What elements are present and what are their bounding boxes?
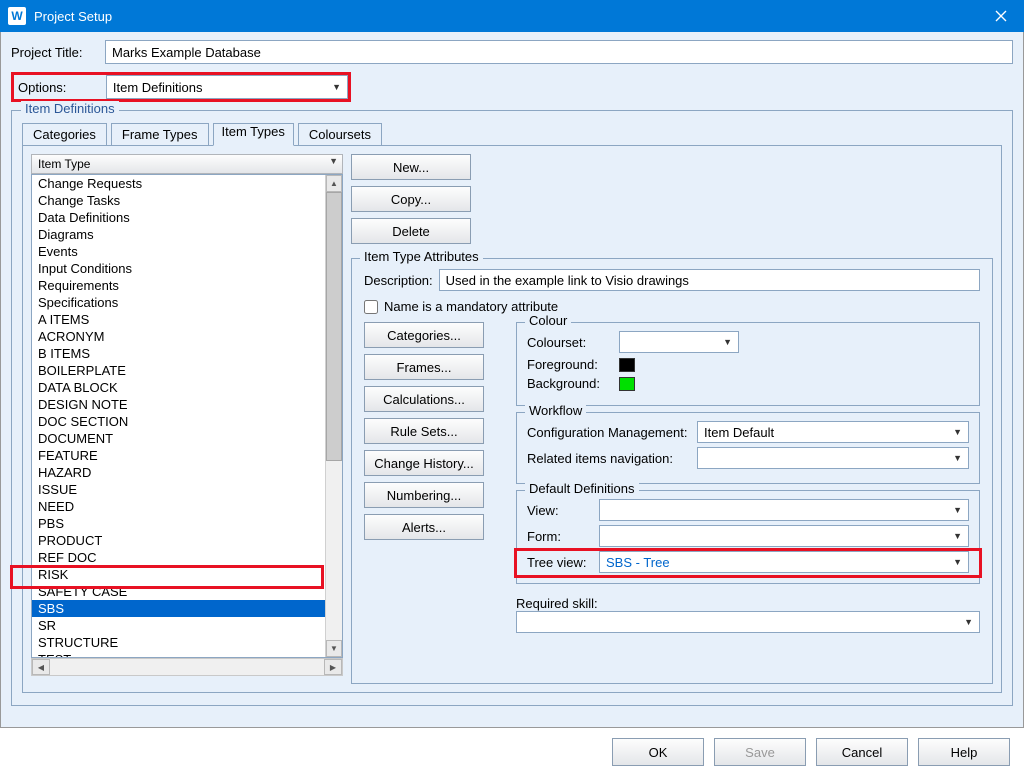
project-title-row: Project Title: [11, 40, 1013, 64]
copy-button[interactable]: Copy... [351, 186, 471, 212]
form-combo[interactable]: ▼ [599, 525, 969, 547]
chevron-down-icon: ▼ [953, 427, 962, 437]
frames-button[interactable]: Frames... [364, 354, 484, 380]
window-title: Project Setup [34, 9, 978, 24]
save-button: Save [714, 738, 806, 766]
list-item[interactable]: Change Tasks [32, 192, 342, 209]
list-item[interactable]: SR [32, 617, 342, 634]
cancel-button[interactable]: Cancel [816, 738, 908, 766]
chevron-down-icon: ▼ [953, 453, 962, 463]
ok-button[interactable]: OK [612, 738, 704, 766]
list-item[interactable]: PRODUCT [32, 532, 342, 549]
colourset-combo[interactable]: ▼ [619, 331, 739, 353]
scroll-right-button[interactable]: ▶ [324, 659, 342, 675]
list-item[interactable]: Data Definitions [32, 209, 342, 226]
new-button[interactable]: New... [351, 154, 471, 180]
view-combo[interactable]: ▼ [599, 499, 969, 521]
list-item[interactable]: DESIGN NOTE [32, 396, 342, 413]
description-label: Description: [364, 273, 433, 288]
close-icon [995, 10, 1007, 22]
options-combo[interactable]: Item Definitions ▼ [106, 75, 348, 99]
project-title-input[interactable] [105, 40, 1013, 64]
vertical-scrollbar[interactable]: ▲ ▼ [325, 175, 342, 657]
calculations-button[interactable]: Calculations... [364, 386, 484, 412]
list-item[interactable]: BOILERPLATE [32, 362, 342, 379]
list-item[interactable]: A ITEMS [32, 311, 342, 328]
list-item[interactable]: SAFETY CASE [32, 583, 342, 600]
default-defs-fieldset: Default Definitions View: ▼ Form: ▼ Tree… [516, 490, 980, 584]
list-item[interactable]: ISSUE [32, 481, 342, 498]
item-type-listbox: Item Type ▼ ▲ ▼ Change RequestsChange Ta… [31, 154, 343, 676]
list-item[interactable]: REF DOC [32, 549, 342, 566]
options-row: Options: Item Definitions ▼ [14, 75, 348, 99]
description-input[interactable] [439, 269, 980, 291]
config-mgmt-combo[interactable]: Item Default▼ [697, 421, 969, 443]
project-title-label: Project Title: [11, 45, 105, 60]
chevron-down-icon: ▼ [953, 557, 962, 567]
list-item[interactable]: Requirements [32, 277, 342, 294]
list-item[interactable]: Diagrams [32, 226, 342, 243]
alerts-button[interactable]: Alerts... [364, 514, 484, 540]
scroll-thumb[interactable] [326, 192, 342, 461]
rule-sets-button[interactable]: Rule Sets... [364, 418, 484, 444]
list-item[interactable]: RISK [32, 566, 342, 583]
list-item[interactable]: PBS [32, 515, 342, 532]
close-button[interactable] [978, 0, 1024, 32]
chevron-down-icon: ▼ [332, 82, 341, 92]
list-item[interactable]: Change Requests [32, 175, 342, 192]
item-definitions-legend: Item Definitions [21, 101, 119, 116]
scroll-left-button[interactable]: ◀ [32, 659, 50, 675]
foreground-swatch[interactable] [619, 358, 635, 372]
chevron-down-icon: ▼ [953, 531, 962, 541]
list-item[interactable]: B ITEMS [32, 345, 342, 362]
list-item[interactable]: TEST [32, 651, 342, 658]
workflow-fieldset: Workflow Configuration Management: Item … [516, 412, 980, 484]
mandatory-label: Name is a mandatory attribute [384, 299, 558, 314]
dialog-buttons: OK Save Cancel Help [612, 738, 1010, 766]
mandatory-checkbox[interactable] [364, 300, 378, 314]
categories-button[interactable]: Categories... [364, 322, 484, 348]
required-skill-combo[interactable]: ▼ [516, 611, 980, 633]
list-item[interactable]: Events [32, 243, 342, 260]
list-item[interactable]: Specifications [32, 294, 342, 311]
tab-coloursets[interactable]: Coloursets [298, 123, 382, 146]
app-icon: W [8, 7, 26, 25]
list-item[interactable]: FEATURE [32, 447, 342, 464]
chevron-down-icon: ▼ [329, 156, 338, 166]
tab-frame-types[interactable]: Frame Types [111, 123, 209, 146]
list-header[interactable]: Item Type ▼ [31, 154, 343, 174]
chevron-down-icon: ▼ [953, 505, 962, 515]
tabs: Categories Frame Types Item Types Colour… [22, 123, 1002, 146]
help-button[interactable]: Help [918, 738, 1010, 766]
horizontal-scrollbar[interactable]: ◀ ▶ [31, 658, 343, 676]
numbering-button[interactable]: Numbering... [364, 482, 484, 508]
change-history-button[interactable]: Change History... [364, 450, 484, 476]
options-label: Options: [14, 76, 106, 99]
list-item[interactable]: DOCUMENT [32, 430, 342, 447]
list-item[interactable]: Input Conditions [32, 260, 342, 277]
scroll-down-button[interactable]: ▼ [326, 640, 342, 657]
chevron-down-icon: ▼ [723, 337, 732, 347]
list-item[interactable]: SBS [32, 600, 342, 617]
tab-categories[interactable]: Categories [22, 123, 107, 146]
background-swatch[interactable] [619, 377, 635, 391]
options-value: Item Definitions [113, 80, 203, 95]
attrs-legend: Item Type Attributes [360, 249, 483, 264]
titlebar: W Project Setup [0, 0, 1024, 32]
list-body[interactable]: ▲ ▼ Change RequestsChange TasksData Defi… [31, 174, 343, 658]
list-item[interactable]: DATA BLOCK [32, 379, 342, 396]
tab-item-types[interactable]: Item Types [213, 123, 294, 146]
list-item[interactable]: ACRONYM [32, 328, 342, 345]
list-item[interactable]: DOC SECTION [32, 413, 342, 430]
delete-button[interactable]: Delete [351, 218, 471, 244]
list-item[interactable]: NEED [32, 498, 342, 515]
tree-view-combo[interactable]: SBS - Tree▼ [599, 551, 969, 573]
related-nav-combo[interactable]: ▼ [697, 447, 969, 469]
colour-fieldset: Colour Colourset: ▼ Foreground: Backgrou… [516, 322, 980, 406]
scroll-up-button[interactable]: ▲ [326, 175, 342, 192]
list-item[interactable]: HAZARD [32, 464, 342, 481]
list-item[interactable]: STRUCTURE [32, 634, 342, 651]
chevron-down-icon: ▼ [964, 617, 973, 627]
